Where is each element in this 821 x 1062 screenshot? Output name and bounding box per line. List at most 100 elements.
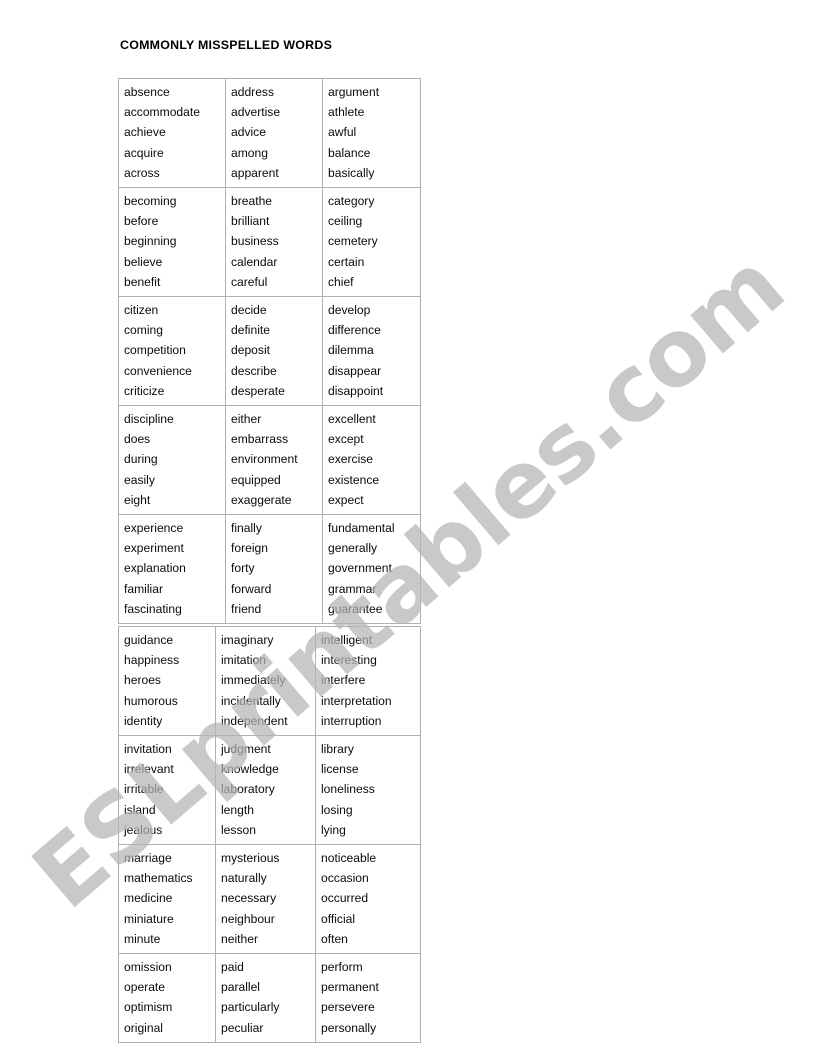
- word-item: exercise: [328, 452, 374, 467]
- word-list: paid parallel particularly peculiar: [221, 957, 315, 1038]
- word-item: official: [321, 911, 356, 926]
- word-list: discipline does during easily eight: [124, 409, 225, 510]
- word-item: forward: [231, 581, 272, 596]
- word-item: familiar: [124, 581, 163, 596]
- word-item: knowledge: [221, 762, 279, 777]
- misspelled-words-table-a-to-g: absence accommodate achieve acquire across ad…: [118, 77, 421, 625]
- word-item: awful: [328, 125, 357, 140]
- word-list: absence accommodate achieve acquire across: [124, 82, 225, 183]
- word-item: business: [231, 234, 279, 249]
- word-item: humorous: [124, 693, 178, 708]
- word-item: calendar: [231, 254, 278, 269]
- word-item: generally: [328, 541, 378, 556]
- word-list: citizen coming competition convenience criti…: [124, 300, 225, 401]
- word-group-cell: omission operate optimism original: [118, 953, 216, 1043]
- word-list: omission operate optimism original: [124, 957, 215, 1038]
- word-item: naturally: [221, 871, 267, 886]
- word-group-cell: either embarrass environment equipped exagge…: [225, 405, 323, 516]
- word-item: before: [124, 214, 159, 229]
- word-item: optimism: [124, 1000, 173, 1015]
- word-list: becoming before beginning believe benefit: [124, 191, 225, 292]
- word-group-cell: excellent except exercise existence expect: [322, 405, 421, 516]
- word-item: operate: [124, 980, 166, 995]
- word-item: lying: [321, 822, 346, 837]
- word-item: beginning: [124, 234, 177, 249]
- word-item: necessary: [221, 891, 277, 906]
- word-item: easily: [124, 472, 155, 487]
- word-group-cell: breathe brilliant business calendar careful: [225, 187, 323, 298]
- word-list: noticeable occasion occurred official often: [321, 848, 420, 949]
- table-row: invitation irrelevant irritable island jealo…: [118, 735, 421, 846]
- word-item: environment: [231, 452, 298, 467]
- word-item: breathe: [231, 194, 273, 209]
- word-list: category ceiling cemetery certain chief: [328, 191, 420, 292]
- table-row: absence accommodate achieve acquire across ad…: [118, 77, 421, 189]
- word-item: jealous: [124, 822, 163, 837]
- word-group-cell: discipline does during easily eight: [118, 405, 226, 516]
- word-item: disappoint: [328, 383, 384, 398]
- word-item: achieve: [124, 125, 166, 140]
- word-item: explanation: [124, 561, 186, 576]
- word-item: argument: [328, 85, 380, 99]
- table-row: discipline does during easily eight either emb…: [118, 405, 421, 516]
- word-list: finally foreign forty forward friend: [231, 518, 322, 619]
- word-group-cell: absence accommodate achieve acquire across: [118, 77, 226, 189]
- word-item: laboratory: [221, 782, 275, 797]
- word-group-cell: noticeable occasion occurred official often: [315, 844, 421, 955]
- word-group-cell: mysterious naturally necessary neighbour nei…: [215, 844, 316, 955]
- word-item: mathematics: [124, 871, 193, 886]
- word-item: grammar: [328, 581, 377, 596]
- word-group-cell: experience experiment explanation familiar f…: [118, 514, 226, 625]
- word-item: athlete: [328, 105, 365, 120]
- word-item: fascinating: [124, 601, 182, 616]
- word-item: occurred: [321, 891, 369, 906]
- word-item: loneliness: [321, 782, 375, 797]
- word-group-cell: guidance happiness heroes humorous identity: [118, 625, 216, 737]
- word-item: fundamental: [328, 521, 395, 536]
- word-list: breathe brilliant business calendar careful: [231, 191, 322, 292]
- word-item: interpretation: [321, 693, 392, 708]
- word-item: omission: [124, 960, 172, 975]
- word-item: accommodate: [124, 105, 200, 120]
- word-item: noticeable: [321, 851, 377, 866]
- word-item: personally: [321, 1020, 377, 1035]
- word-item: minute: [124, 931, 161, 946]
- word-item: ceiling: [328, 214, 363, 229]
- word-item: apparent: [231, 165, 279, 180]
- word-item: marriage: [124, 851, 172, 866]
- word-item: government: [328, 561, 392, 576]
- word-item: definite: [231, 323, 270, 338]
- word-item: decide: [231, 303, 267, 318]
- word-item: losing: [321, 802, 353, 817]
- word-group-cell: paid parallel particularly peculiar: [215, 953, 316, 1043]
- word-item: island: [124, 802, 156, 817]
- word-group-cell: intelligent interesting interfere interpret…: [315, 625, 421, 737]
- word-item: develop: [328, 303, 371, 318]
- word-item: library: [321, 742, 354, 757]
- word-item: across: [124, 165, 160, 180]
- word-list: fundamental generally government grammar gua…: [328, 518, 420, 619]
- word-item: convenience: [124, 363, 192, 378]
- word-item: chief: [328, 274, 354, 289]
- word-item: finally: [231, 521, 262, 536]
- word-item: certain: [328, 254, 365, 269]
- word-item: intelligent: [321, 633, 373, 647]
- table-row: experience experiment explanation familiar f…: [118, 514, 421, 625]
- word-item: particularly: [221, 1000, 280, 1015]
- word-item: desperate: [231, 383, 285, 398]
- word-group-cell: imaginary imitation immediately incidentall…: [215, 625, 316, 737]
- word-item: competition: [124, 343, 186, 358]
- word-item: neither: [221, 931, 258, 946]
- word-item: deposit: [231, 343, 270, 358]
- word-list: perform permanent persevere personally: [321, 957, 420, 1038]
- word-item: during: [124, 452, 158, 467]
- table-row: marriage mathematics medicine miniature minu…: [118, 844, 421, 955]
- word-item: embarrass: [231, 432, 289, 447]
- word-item: cemetery: [328, 234, 378, 249]
- word-group-cell: perform permanent persevere personally: [315, 953, 421, 1043]
- word-item: either: [231, 412, 262, 427]
- word-group-cell: citizen coming competition convenience criti…: [118, 296, 226, 407]
- word-group-cell: argument athlete awful balance basically: [322, 77, 421, 189]
- word-item: existence: [328, 472, 380, 487]
- word-item: interesting: [321, 653, 377, 668]
